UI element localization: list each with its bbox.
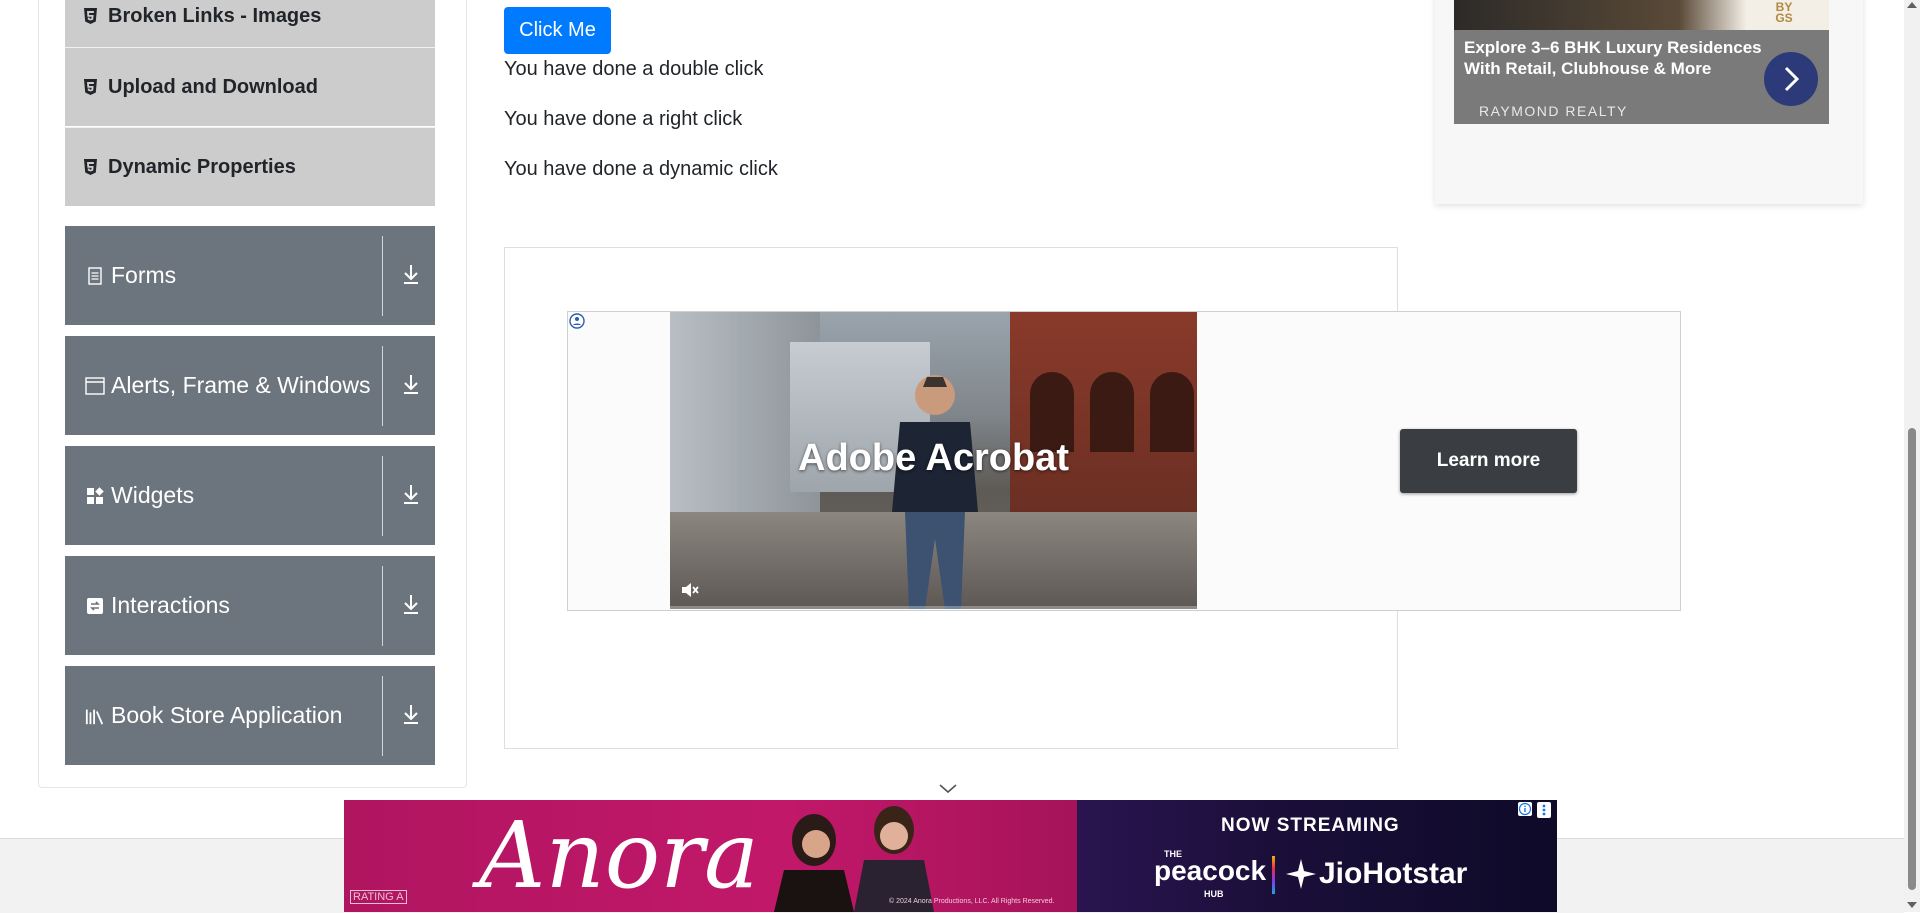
side-ad-headline: Explore 3–6 BHK Luxury Residences With R… xyxy=(1464,38,1762,78)
video-title: Adobe Acrobat xyxy=(798,437,1069,479)
peacock-name: peacock xyxy=(1154,855,1267,886)
video-progress-bar[interactable] xyxy=(670,606,1197,609)
download-icon[interactable] xyxy=(401,372,423,398)
learn-more-button[interactable]: Learn more xyxy=(1400,429,1577,493)
divider xyxy=(382,456,383,536)
right-click-message: You have done a right click xyxy=(504,108,743,130)
logo-separator xyxy=(1272,856,1275,894)
sidebar-group-label: Interactions xyxy=(111,592,230,618)
scrollbar-thumb[interactable] xyxy=(1908,428,1916,890)
sidebar-group-label: Widgets xyxy=(111,482,195,508)
download-icon[interactable] xyxy=(401,702,423,728)
sidebar-group-alerts-frame-windows[interactable]: Alerts, Frame & Windows xyxy=(65,336,435,435)
sidebar-item-label: Upload and Download xyxy=(108,75,318,98)
divider xyxy=(382,236,383,316)
ad-video[interactable]: Adobe Acrobat xyxy=(670,312,1197,609)
download-icon[interactable] xyxy=(401,592,423,618)
sidebar-group-forms[interactable]: Forms xyxy=(65,226,435,325)
now-streaming-label: NOW STREAMING xyxy=(1221,815,1400,836)
ad-info-icon[interactable] xyxy=(1518,802,1532,816)
divider xyxy=(382,566,383,646)
widgets-icon xyxy=(85,486,105,506)
sidebar-item-label: Dynamic Properties xyxy=(108,155,296,178)
side-ad-by-label: BY GS xyxy=(1775,0,1793,25)
movie-title: Anora xyxy=(479,802,759,909)
click-me-button[interactable]: Click Me xyxy=(504,7,611,54)
jiohotstar-logo: JioHotstar xyxy=(1319,857,1468,890)
bottom-banner-ad[interactable]: Anora RATING A © 2024 Anora Productions,… xyxy=(344,800,1557,912)
download-icon[interactable] xyxy=(401,262,423,288)
jiohotstar-star-icon xyxy=(1284,857,1318,891)
sidebar-group-label: Forms xyxy=(111,262,177,288)
sidebar-item-dynamic-properties[interactable]: Dynamic Properties xyxy=(65,127,435,206)
ad-menu-icon[interactable] xyxy=(1537,802,1551,818)
dynamic-click-message: You have done a dynamic click xyxy=(504,158,778,180)
chevron-down-icon[interactable] xyxy=(938,782,958,796)
movie-cast-image xyxy=(774,806,934,912)
double-click-message: You have done a double click xyxy=(504,58,764,80)
sidebar-group-interactions[interactable]: Interactions xyxy=(65,556,435,655)
legal-text: © 2024 Anora Productions, LLC. All Right… xyxy=(889,898,1055,905)
adchoices-icon[interactable] xyxy=(569,313,585,329)
html5-icon xyxy=(83,158,97,176)
scroll-up-arrow[interactable] xyxy=(1907,2,1917,8)
html5-icon xyxy=(83,7,97,25)
sidebar-group-label: Alerts, Frame & Windows xyxy=(111,372,371,398)
vertical-scrollbar[interactable] xyxy=(1904,0,1920,912)
download-icon[interactable] xyxy=(401,482,423,508)
chevron-right-icon[interactable] xyxy=(1764,52,1818,106)
scroll-down-arrow[interactable] xyxy=(1907,902,1917,908)
interactions-icon xyxy=(85,596,105,616)
sidebar-item-label: Broken Links - Images xyxy=(108,4,322,27)
books-icon xyxy=(85,706,105,726)
side-ad-brand: RAYMOND REALTY xyxy=(1479,103,1628,119)
sidebar-item-upload-download[interactable]: Upload and Download xyxy=(65,47,435,126)
divider xyxy=(382,676,383,756)
sidebar-group-widgets[interactable]: Widgets xyxy=(65,446,435,545)
divider xyxy=(382,346,383,426)
peacock-the: THE xyxy=(1164,849,1182,859)
sidebar-group-book-store[interactable]: Book Store Application xyxy=(65,666,435,765)
document-icon xyxy=(85,266,105,286)
window-icon xyxy=(85,376,105,396)
sidebar-group-label: Book Store Application xyxy=(111,702,343,728)
html5-icon xyxy=(83,78,97,96)
peacock-logo: THE peacock HUB xyxy=(1154,849,1267,899)
rating-label: RATING A xyxy=(350,890,407,904)
video-presenter xyxy=(892,375,978,609)
side-ad-banner[interactable]: BY GS Explore 3–6 BHK Luxury Residences … xyxy=(1454,0,1829,124)
mute-icon[interactable] xyxy=(680,580,700,600)
peacock-hub: HUB xyxy=(1204,889,1224,899)
